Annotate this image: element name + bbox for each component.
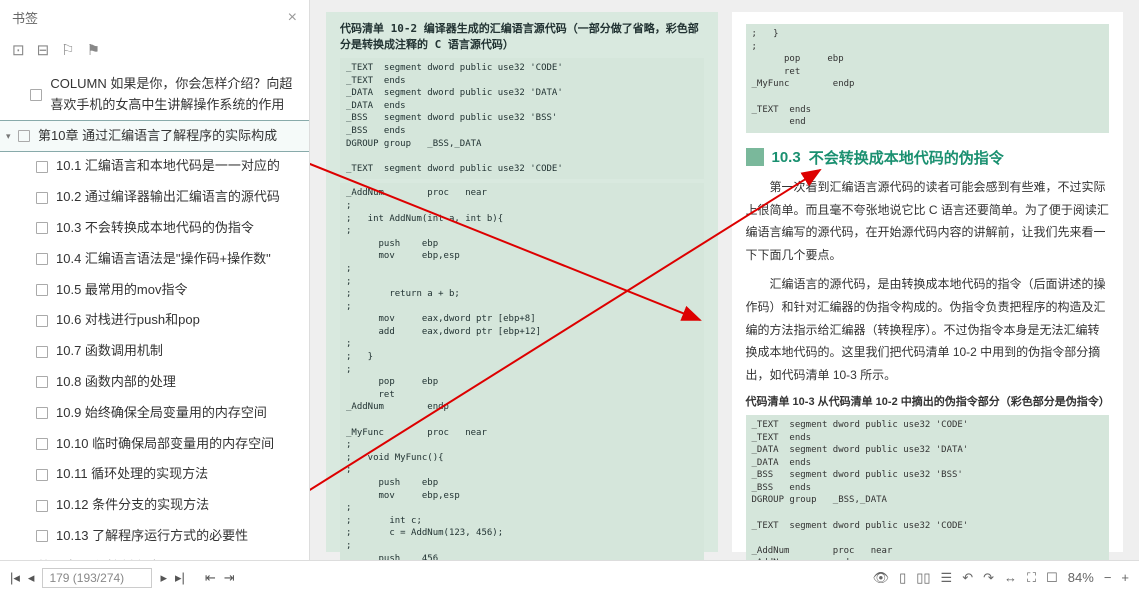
nav-back-icon[interactable]: ⇤ (205, 570, 216, 586)
page-number-input[interactable] (42, 568, 152, 588)
bookmark-icon (36, 376, 48, 388)
toc-item-label: 10.5 最常用的mov指令 (56, 280, 187, 301)
bottom-toolbar: |◂ ◂ ▸ ▸| ⇤ ⇥ 👁 ▯ ▯▯ ☰ ↶ ↷ ↔ ⛶ ☐ 84% − + (0, 560, 1139, 594)
bookmark-icon[interactable]: ⚑ (87, 41, 100, 59)
bookmarks-sidebar: 书签 × ⊡ ⊟ ⚐ ⚑ COLUMN 如果是你，你会怎样介绍？向超喜欢手机的女… (0, 0, 310, 560)
toc-item[interactable]: 10.11 循环处理的实现方法 (0, 459, 309, 490)
bookmark-icon (36, 407, 48, 419)
toc-item[interactable]: 10.5 最常用的mov指令 (0, 275, 309, 306)
bookmark-icon (36, 438, 48, 450)
toc-item[interactable]: 10.8 函数内部的处理 (0, 367, 309, 398)
bookmark-icon (36, 469, 48, 481)
two-page-icon[interactable]: ▯▯ (916, 570, 930, 586)
fit-width-icon[interactable]: ↔ (1004, 570, 1017, 585)
bookmark-icon (30, 89, 42, 101)
toc-item[interactable]: 10.4 汇编语言语法是"操作码+操作数" (0, 244, 309, 275)
toc-item[interactable]: 10.2 通过编译器输出汇编语言的源代码 (0, 182, 309, 213)
zoom-in-icon[interactable]: + (1121, 570, 1129, 585)
rotate-right-icon[interactable]: ↷ (983, 570, 994, 586)
code-listing-caption: 代码清单 10-3 从代码清单 10-2 中摘出的伪指令部分（彩色部分是伪指令） (746, 393, 1110, 409)
code-block-3: _TEXT segment dword public use32 'CODE' … (746, 415, 1110, 560)
zoom-out-icon[interactable]: − (1104, 570, 1112, 585)
expand-all-icon[interactable]: ⊡ (12, 41, 25, 59)
bookmark-icon (18, 130, 30, 142)
last-page-icon[interactable]: ▸| (175, 570, 185, 586)
bookmark-icon (36, 192, 48, 204)
view-mode-icon[interactable]: 👁 (873, 570, 890, 586)
toc-item-label: 10.9 始终确保全局变量用的内存空间 (56, 403, 267, 424)
toc-item[interactable]: ▸第11章 硬件控制方法 (0, 552, 309, 560)
single-page-icon[interactable]: ▯ (899, 570, 906, 586)
sidebar-title: 书签 (12, 8, 38, 27)
toc-item-label: 第10章 通过汇编语言了解程序的实际构成 (38, 126, 277, 147)
rotate-left-icon[interactable]: ↶ (962, 570, 973, 586)
prev-page-icon[interactable]: ◂ (28, 570, 35, 586)
next-page-icon[interactable]: ▸ (160, 570, 167, 586)
bookmark-icon (36, 530, 48, 542)
code-block-top: ; } ; pop ebp ret _MyFunc endp _TEXT end… (746, 24, 1110, 133)
toc-item-label: 10.10 临时确保局部变量用的内存空间 (56, 434, 274, 455)
toc-item-label: 10.6 对栈进行push和pop (56, 310, 200, 331)
toc-item[interactable]: 10.3 不会转换成本地代码的伪指令 (0, 213, 309, 244)
section-title: 不会转换成本地代码的伪指令 (809, 147, 1004, 168)
bookmark-icon (36, 315, 48, 327)
toc-item[interactable]: 10.12 条件分支的实现方法 (0, 490, 309, 521)
section-number: 10.3 (772, 149, 801, 166)
bookmark-icon (36, 500, 48, 512)
right-page: ; } ; pop ebp ret _MyFunc endp _TEXT end… (732, 12, 1124, 552)
toc-item-label: COLUMN 如果是你，你会怎样介绍？向超喜欢手机的女高中生讲解操作系统的作用 (50, 74, 303, 116)
continuous-icon[interactable]: ☰ (941, 570, 953, 586)
toc-item-label: 10.1 汇编语言和本地代码是一一对应的 (56, 156, 280, 177)
toc-item-label: 10.7 函数调用机制 (56, 341, 163, 362)
toc-item-label: 10.3 不会转换成本地代码的伪指令 (56, 218, 254, 239)
toc-item-label: 10.8 函数内部的处理 (56, 372, 176, 393)
toc-item-label: 10.13 了解程序运行方式的必要性 (56, 526, 248, 547)
toc-item[interactable]: COLUMN 如果是你，你会怎样介绍？向超喜欢手机的女高中生讲解操作系统的作用 (0, 69, 309, 121)
toc-item-label: 10.2 通过编译器输出汇编语言的源代码 (56, 187, 280, 208)
toc-item[interactable]: 10.7 函数调用机制 (0, 336, 309, 367)
toc-item[interactable]: 10.6 对栈进行push和pop (0, 305, 309, 336)
zoom-level[interactable]: 84% (1068, 570, 1094, 585)
toc-item[interactable]: 10.1 汇编语言和本地代码是一一对应的 (0, 151, 309, 182)
code-block-2: _AddNum proc near ; ; int AddNum(int a, … (340, 183, 704, 560)
bookmark-icon (36, 284, 48, 296)
toc-item-label: 10.11 循环处理的实现方法 (56, 464, 208, 485)
bookmark-icon (36, 161, 48, 173)
nav-forward-icon[interactable]: ⇥ (224, 570, 235, 586)
left-page: 代码清单 10-2 编译器生成的汇编语言源代码（一部分做了省略，彩色部分是转换成… (326, 12, 718, 552)
toc-item[interactable]: ▾第10章 通过汇编语言了解程序的实际构成 (0, 121, 309, 152)
paragraph: 第一次看到汇编语言源代码的读者可能会感到有些难，不过实际上很简单。而且毫不夸张地… (746, 176, 1110, 267)
toc-item-label: 10.4 汇编语言语法是"操作码+操作数" (56, 249, 271, 270)
code-block-1: _TEXT segment dword public use32 'CODE' … (340, 58, 704, 179)
page-viewer[interactable]: 代码清单 10-2 编译器生成的汇编语言源代码（一部分做了省略，彩色部分是转换成… (310, 0, 1139, 560)
select-icon[interactable]: ☐ (1046, 570, 1058, 586)
fit-page-icon[interactable]: ⛶ (1027, 570, 1036, 586)
first-page-icon[interactable]: |◂ (10, 570, 20, 586)
collapse-all-icon[interactable]: ⊟ (37, 41, 50, 59)
toc-list: COLUMN 如果是你，你会怎样介绍？向超喜欢手机的女高中生讲解操作系统的作用 ▾… (0, 69, 309, 560)
toc-item-label: 10.12 条件分支的实现方法 (56, 495, 209, 516)
bookmark-icon (36, 346, 48, 358)
bookmark-icon (36, 253, 48, 265)
section-badge (746, 148, 764, 166)
toc-item[interactable]: 10.10 临时确保局部变量用的内存空间 (0, 429, 309, 460)
code-listing-title: 代码清单 10-2 编译器生成的汇编语言源代码（一部分做了省略，彩色部分是转换成… (340, 20, 704, 52)
close-icon[interactable]: × (288, 9, 297, 27)
bookmark-add-icon[interactable]: ⚐ (61, 41, 74, 59)
toc-item[interactable]: 10.9 始终确保全局变量用的内存空间 (0, 398, 309, 429)
paragraph: 汇编语言的源代码，是由转换成本地代码的指令（后面讲述的操作码）和针对汇编器的伪指… (746, 273, 1110, 387)
toc-item[interactable]: 10.13 了解程序运行方式的必要性 (0, 521, 309, 552)
bookmark-icon (36, 222, 48, 234)
